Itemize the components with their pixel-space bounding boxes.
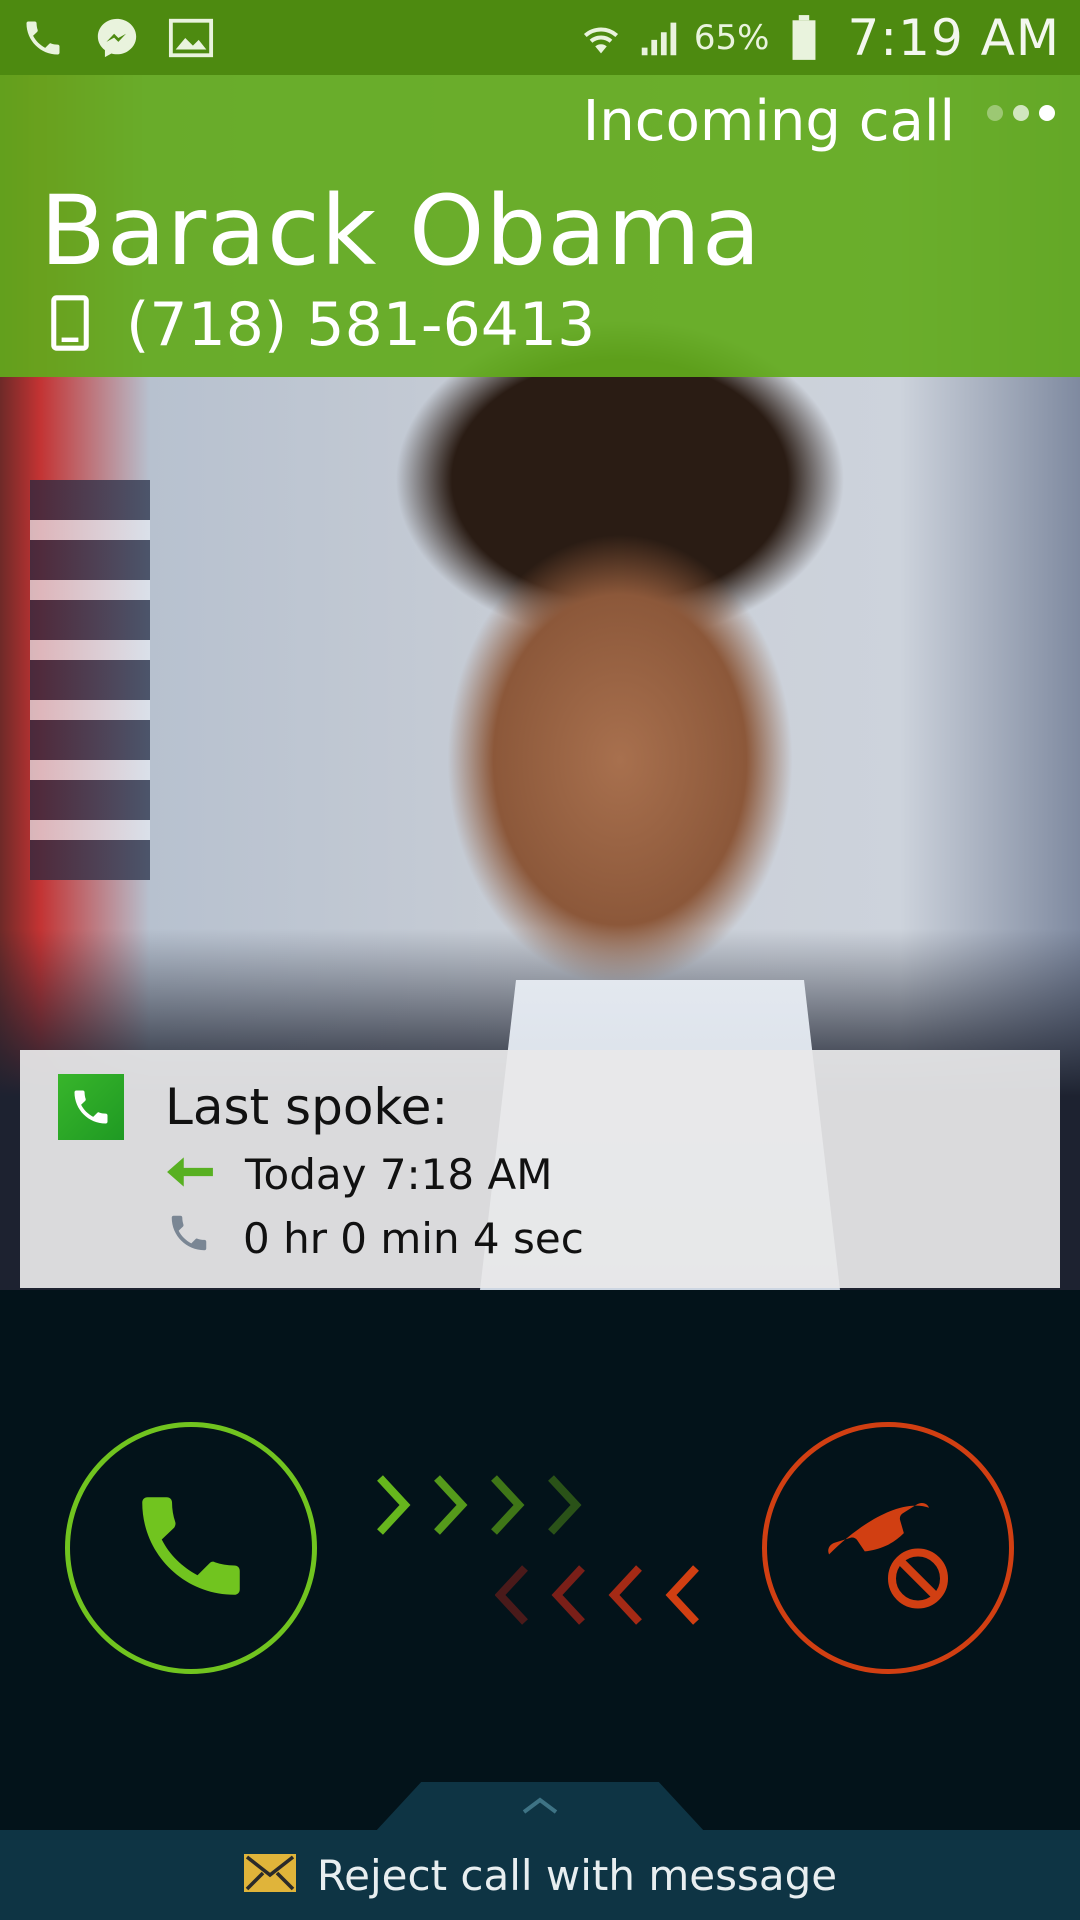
caller-name: Barack Obama — [40, 175, 762, 287]
call-log-icon — [58, 1074, 124, 1140]
call-duration-icon — [165, 1210, 213, 1266]
last-spoke-time-row: Today 7:18 AM — [165, 1150, 552, 1199]
status-bar: 65% 7:19 AM — [0, 0, 1080, 75]
caller-header: Incoming call Barack Obama (718) 581-641… — [0, 75, 1080, 377]
answer-call-button[interactable] — [65, 1422, 317, 1674]
last-spoke-duration-row: 0 hr 0 min 4 sec — [165, 1210, 584, 1266]
signal-icon — [636, 15, 682, 61]
caller-number: (718) 581-6413 — [126, 290, 596, 360]
call-state-label: Incoming call — [582, 89, 955, 154]
messenger-icon — [94, 15, 140, 61]
mobile-phone-icon — [50, 295, 90, 355]
battery-percentage: 65% — [693, 17, 770, 58]
last-spoke-duration: 0 hr 0 min 4 sec — [243, 1213, 584, 1263]
last-spoke-card: Last spoke: Today 7:18 AM 0 hr 0 min 4 s… — [20, 1050, 1060, 1288]
ringing-dot — [1013, 105, 1029, 121]
reject-call-button[interactable] — [762, 1422, 1014, 1674]
caller-number-row: (718) 581-6413 — [50, 290, 595, 360]
gallery-icon — [168, 15, 214, 61]
last-spoke-title: Last spoke: — [165, 1078, 449, 1136]
ringing-dot — [1039, 105, 1055, 121]
reject-phone-icon — [813, 1471, 963, 1625]
swipe-right-arrows — [377, 1475, 582, 1535]
reject-with-message-bar[interactable]: Reject call with message — [0, 1830, 1080, 1920]
last-spoke-time: Today 7:18 AM — [245, 1150, 553, 1199]
swipe-left-arrows — [495, 1565, 699, 1625]
reject-message-label: Reject call with message — [316, 1850, 838, 1900]
battery-icon — [781, 14, 827, 61]
status-clock: 7:19 AM — [847, 8, 1060, 67]
answer-phone-icon — [126, 1481, 256, 1615]
ringing-dot — [987, 105, 1003, 121]
envelope-icon — [243, 1853, 297, 1897]
incoming-arrow-icon — [165, 1150, 215, 1199]
phone-icon — [20, 15, 66, 61]
wifi-icon — [578, 15, 624, 61]
ringing-indicator — [987, 105, 1055, 121]
reject-message-handle[interactable] — [375, 1782, 705, 1832]
chevron-up-icon — [520, 1794, 560, 1820]
